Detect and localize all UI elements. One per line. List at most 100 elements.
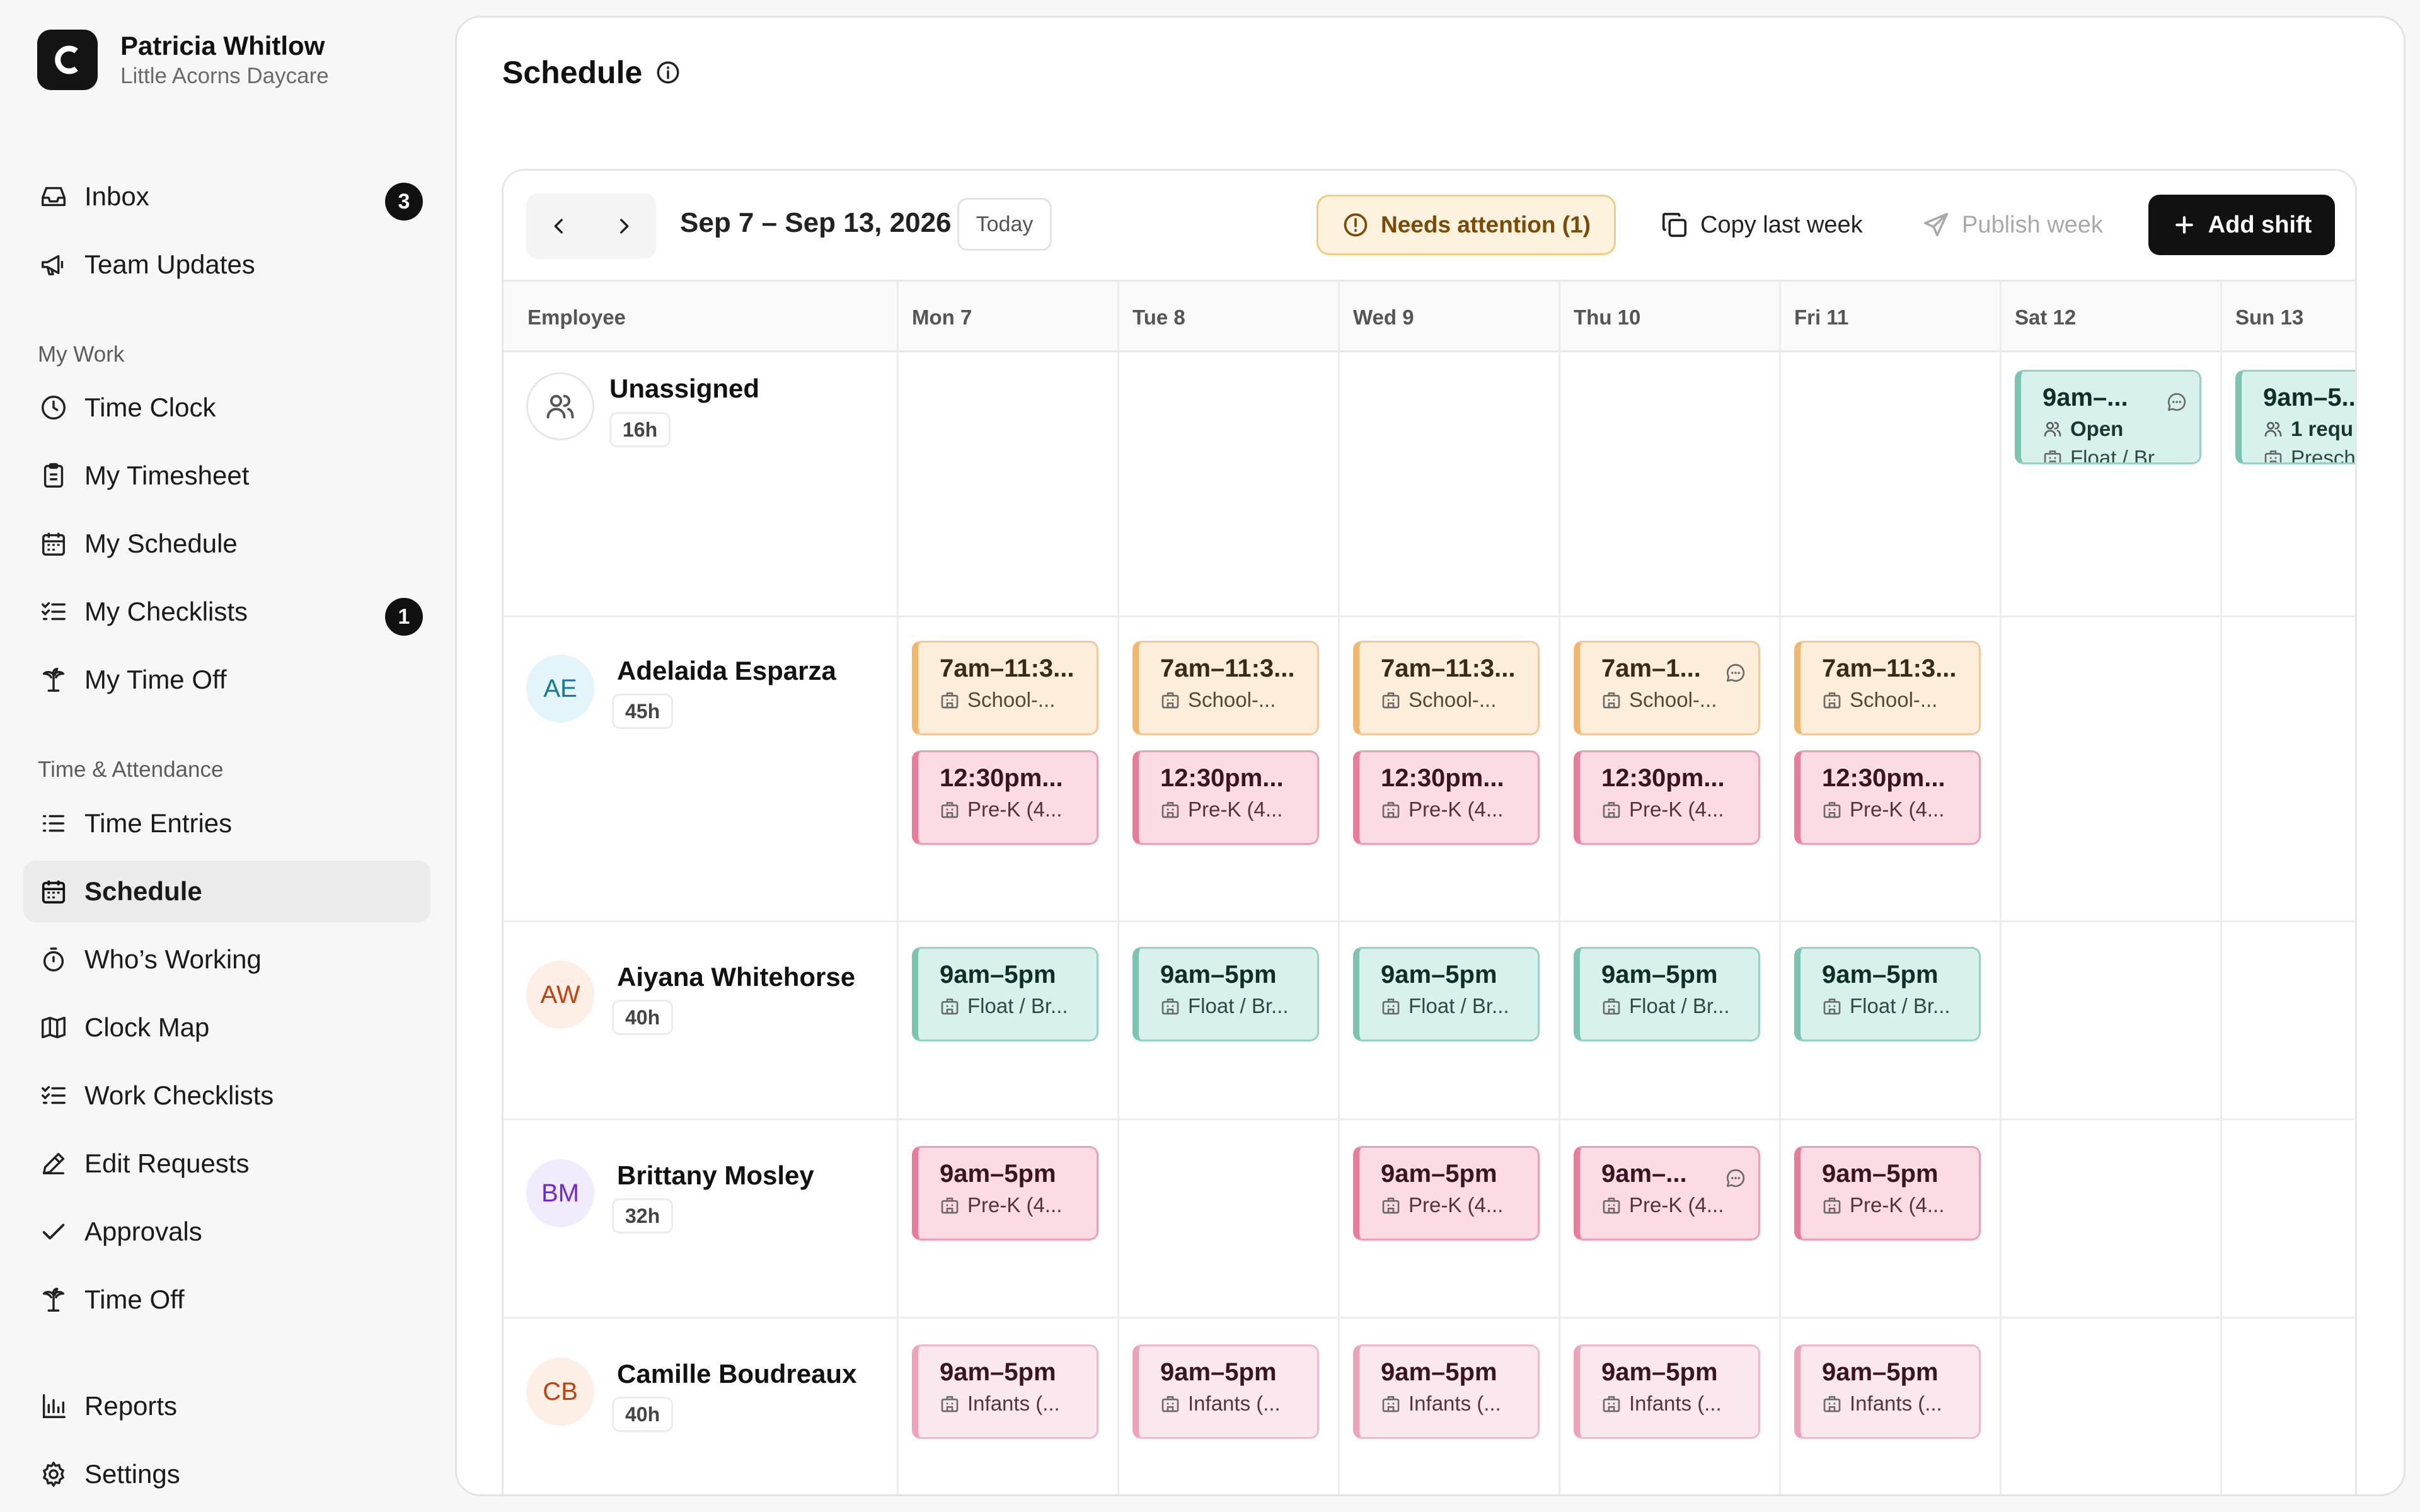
checklists-count-badge: 1 [385,598,423,636]
shift-location-label: School-... [967,688,1056,711]
shift-status-label: Open [2070,417,2124,440]
shift-card[interactable]: 7am–11:3... School-... [1132,641,1319,735]
shift-card[interactable]: 9am–5pm Float / Br... [1794,947,1981,1041]
gear-icon [38,1458,69,1490]
sidebar-item-approvals[interactable]: Approvals [23,1201,430,1263]
sidebar-item-my-checklists[interactable]: My Checklists 1 [23,581,430,643]
shift-card[interactable]: 12:30pm... Pre-K (4... [1574,750,1760,845]
shift-card[interactable]: 12:30pm... Pre-K (4... [1353,750,1540,845]
avatar: BM [526,1159,594,1227]
add-shift-button[interactable]: Add shift [2148,195,2335,255]
shift-location: Pre-K (4... [940,795,1097,824]
shift-location-label: School-... [1409,688,1497,711]
shift-card[interactable]: 9am–5... 1 requ Presch [2235,370,2355,464]
employee-name[interactable]: Brittany Mosley [617,1160,814,1191]
message-icon[interactable] [2165,391,2188,413]
publish-week-label: Publish week [1962,211,2103,238]
day-header-thu: Thu 10 [1574,306,1641,329]
account-switcher[interactable]: Patricia Whitlow Little Acorns Daycare [37,30,329,90]
sidebar-item-my-schedule[interactable]: My Schedule [23,513,430,575]
shift-location-label: Pre-K (4... [1629,1193,1724,1217]
shift-location: Infants (... [940,1389,1097,1418]
day-header-sat: Sat 12 [2015,306,2077,329]
sidebar-item-time-clock[interactable]: Time Clock [23,377,430,438]
shift-card[interactable]: 12:30pm... Pre-K (4... [1794,750,1981,845]
shift-location: Pre-K (4... [1601,795,1758,824]
next-week-button[interactable] [591,193,656,259]
add-shift-label: Add shift [2208,211,2312,238]
sidebar-item-reports[interactable]: Reports [23,1375,430,1437]
shift-card[interactable]: 7am–11:3... School-... [912,641,1098,735]
shift-location-label: Float / Br... [967,994,1068,1017]
sidebar-item-inbox[interactable]: Inbox 3 [23,166,430,227]
shift-location: Pre-K (4... [1381,1191,1538,1220]
shift-card[interactable]: 9am–5pm Pre-K (4... [1794,1146,1981,1240]
shift-card[interactable]: 9am–5pm Float / Br... [1353,947,1540,1041]
shift-location: Float / Br... [1822,992,1979,1021]
employee-hours: 40h [612,1000,674,1035]
today-button[interactable]: Today [957,198,1052,251]
building-icon [940,996,960,1016]
previous-week-button[interactable] [526,193,591,259]
shift-card[interactable]: 9am–5pm Float / Br... [1574,947,1760,1041]
shift-time: 9am–5pm [940,1160,1056,1188]
message-icon[interactable] [1724,1167,1747,1189]
shift-card[interactable]: 9am–5pm Infants (... [1353,1344,1540,1439]
sidebar-item-my-timesheet[interactable]: My Timesheet [23,445,430,507]
copy-last-week-button[interactable]: Copy last week [1660,195,1863,255]
employee-name[interactable]: Unassigned [609,374,759,404]
shift-card[interactable]: 9am–5pm Infants (... [1794,1344,1981,1439]
shift-card[interactable]: 9am–... Open Float / Br... [2015,370,2201,464]
shift-card[interactable]: 7am–11:3... School-... [1353,641,1540,735]
employee-name[interactable]: Aiyana Whitehorse [617,962,855,992]
sidebar-item-whos-working[interactable]: Who’s Working [23,929,430,990]
grid-header-row: Employee Mon 7 Tue 8 Wed 9 Thu 10 Fri 11… [504,282,2355,352]
shift-card[interactable]: 9am–5pm Float / Br... [912,947,1098,1041]
building-icon [1822,690,1842,710]
sidebar-item-edit-requests[interactable]: Edit Requests [23,1133,430,1194]
shift-location-label: Float / Br... [1188,994,1289,1017]
needs-attention-button[interactable]: Needs attention (1) [1317,195,1616,255]
shift-card[interactable]: 9am–5pm Float / Br... [1132,947,1319,1041]
sidebar-item-time-entries[interactable]: Time Entries [23,793,430,854]
shift-card[interactable]: 9am–5pm Pre-K (4... [912,1146,1098,1240]
sidebar-item-clock-map[interactable]: Clock Map [23,997,430,1058]
shift-card[interactable]: 9am–5pm Infants (... [1132,1344,1319,1439]
shift-location-label: Pre-K (4... [1629,798,1724,821]
shift-card[interactable]: 9am–5pm Infants (... [912,1344,1098,1439]
building-icon [2263,448,2283,462]
shift-card[interactable]: 9am–5pm Infants (... [1574,1344,1760,1439]
organization-name: Little Acorns Daycare [120,64,329,88]
shift-location: Infants (... [1381,1389,1538,1418]
sidebar-item-label: Team Updates [84,249,255,279]
week-navigation [526,193,656,259]
shift-status: Open [2043,415,2199,444]
sidebar-item-label: Time Entries [84,808,233,838]
sidebar-item-schedule[interactable]: Schedule [23,861,430,922]
employee-name[interactable]: Camille Boudreaux [617,1359,856,1389]
building-icon [1160,996,1180,1016]
message-icon[interactable] [1724,662,1747,684]
copy-last-week-label: Copy last week [1700,211,1863,238]
sidebar-item-my-time-off[interactable]: My Time Off [23,649,430,711]
sidebar-item-team-updates[interactable]: Team Updates [23,234,430,295]
shift-location: Infants (... [1601,1389,1758,1418]
sidebar-item-time-off[interactable]: Time Off [23,1269,430,1331]
shift-card[interactable]: 9am–5pm Pre-K (4... [1353,1146,1540,1240]
user-name: Patricia Whitlow [120,31,325,60]
shift-card[interactable]: 12:30pm... Pre-K (4... [1132,750,1319,845]
shift-card[interactable]: 7am–11:3... School-... [1794,641,1981,735]
employee-name[interactable]: Adelaida Esparza [617,656,836,686]
sidebar-item-settings[interactable]: Settings [23,1443,430,1505]
avatar: AW [526,961,594,1029]
shift-location-label: Pre-K (4... [1409,798,1504,821]
sidebar-item-work-checklists[interactable]: Work Checklists [23,1065,430,1126]
shift-card[interactable]: 12:30pm... Pre-K (4... [912,750,1098,845]
inbox-count-badge: 3 [385,183,423,220]
shift-card[interactable]: 7am–1... School-... [1574,641,1760,735]
shift-location-label: Float / Br... [1850,994,1950,1017]
info-icon[interactable] [655,59,681,86]
pencil-icon [38,1148,69,1179]
shift-card[interactable]: 9am–... Pre-K (4... [1574,1146,1760,1240]
publish-week-button[interactable]: Publish week [1922,195,2103,255]
